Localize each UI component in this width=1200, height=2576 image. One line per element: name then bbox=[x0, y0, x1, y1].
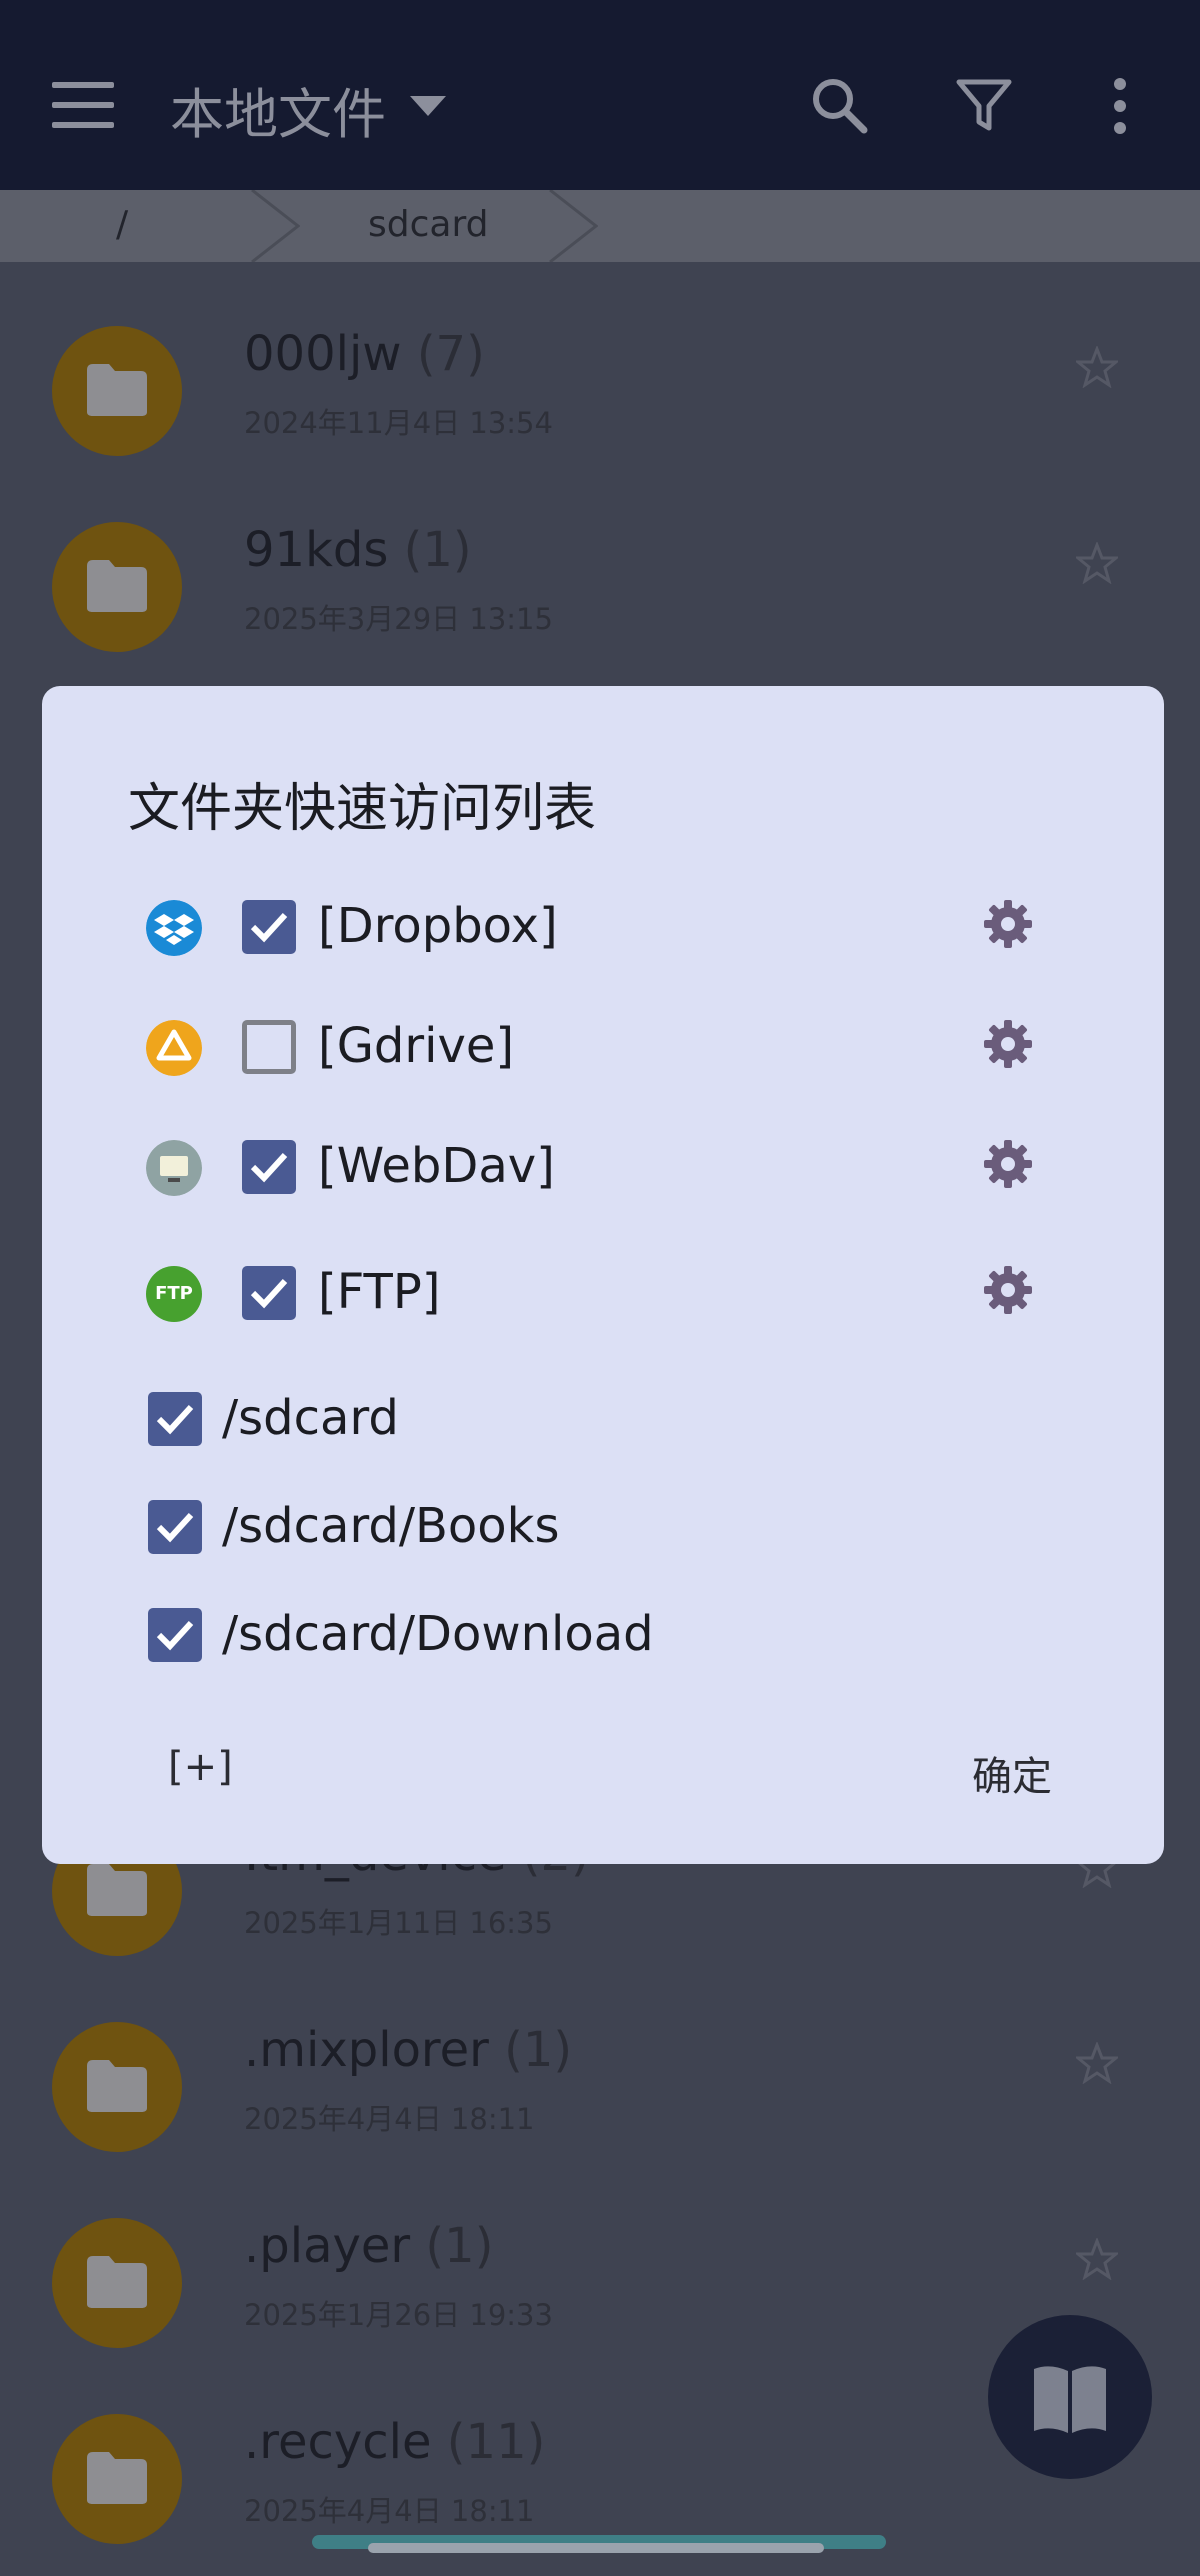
file-name: .recycle (11) bbox=[244, 2414, 546, 2470]
file-date: 2024年11月4日 13:54 bbox=[244, 406, 553, 440]
path-label: /sdcard bbox=[222, 1390, 399, 1446]
breadcrumb-separator-icon bbox=[549, 190, 598, 262]
file-date: 2025年3月29日 13:15 bbox=[244, 602, 553, 636]
file-row[interactable]: 000ljw (7) 2024年11月4日 13:54 bbox=[0, 286, 1200, 482]
gear-icon[interactable] bbox=[982, 1018, 1034, 1070]
folder-icon bbox=[52, 2218, 182, 2348]
path-label: /sdcard/Books bbox=[222, 1498, 560, 1554]
path-row[interactable]: /sdcard/Download bbox=[42, 1586, 1164, 1686]
service-row-gdrive[interactable]: [Gdrive] bbox=[42, 998, 1164, 1098]
menu-icon[interactable] bbox=[52, 82, 114, 128]
bookmarks-fab-button[interactable] bbox=[988, 2315, 1152, 2479]
breadcrumb: / sdcard bbox=[0, 190, 1200, 262]
file-name: 000ljw (7) bbox=[244, 326, 485, 382]
star-icon[interactable] bbox=[1076, 2238, 1118, 2280]
breadcrumb-root[interactable]: / bbox=[116, 204, 128, 245]
checkbox-checked[interactable] bbox=[242, 1266, 296, 1320]
service-row-webdav[interactable]: [WebDav] bbox=[42, 1118, 1164, 1218]
webdav-icon bbox=[146, 1140, 202, 1196]
google-drive-icon bbox=[146, 1020, 202, 1076]
star-icon[interactable] bbox=[1076, 346, 1118, 388]
book-icon bbox=[1034, 2366, 1106, 2433]
file-name: .player (1) bbox=[244, 2218, 494, 2274]
service-row-dropbox[interactable]: [Dropbox] bbox=[42, 878, 1164, 978]
file-date: 2025年4月4日 18:11 bbox=[244, 2494, 535, 2528]
file-row[interactable]: .mixplorer (1) 2025年4月4日 18:11 bbox=[0, 1982, 1200, 2178]
checkbox-checked[interactable] bbox=[148, 1500, 202, 1554]
dropbox-icon bbox=[146, 900, 202, 956]
folder-icon bbox=[52, 2414, 182, 2544]
gear-icon[interactable] bbox=[982, 1138, 1034, 1190]
gear-icon[interactable] bbox=[982, 898, 1034, 950]
dropdown-caret-icon[interactable] bbox=[410, 96, 446, 116]
dialog-title: 文件夹快速访问列表 bbox=[128, 779, 597, 839]
service-label: [FTP] bbox=[318, 1264, 441, 1320]
folder-icon bbox=[52, 2022, 182, 2152]
service-label: [Dropbox] bbox=[318, 898, 558, 954]
breadcrumb-separator-icon bbox=[251, 190, 300, 262]
checkbox-checked[interactable] bbox=[242, 900, 296, 954]
file-date: 2025年1月11日 16:35 bbox=[244, 1906, 553, 1940]
add-path-button[interactable]: [+] bbox=[168, 1744, 233, 1790]
file-date: 2025年1月26日 19:33 bbox=[244, 2298, 553, 2332]
path-row[interactable]: /sdcard/Books bbox=[42, 1478, 1164, 1578]
path-row[interactable]: /sdcard bbox=[42, 1370, 1164, 1470]
star-icon[interactable] bbox=[1076, 2042, 1118, 2084]
search-icon[interactable] bbox=[810, 76, 868, 134]
service-label: [WebDav] bbox=[318, 1138, 555, 1194]
more-options-icon[interactable] bbox=[1105, 78, 1135, 138]
checkbox-unchecked[interactable] bbox=[242, 1020, 296, 1074]
ftp-icon: FTP bbox=[146, 1266, 202, 1322]
page-title[interactable]: 本地文件 bbox=[170, 70, 386, 149]
service-label: [Gdrive] bbox=[318, 1018, 515, 1074]
filter-icon[interactable] bbox=[955, 76, 1013, 134]
star-icon[interactable] bbox=[1076, 542, 1118, 584]
folder-icon bbox=[52, 326, 182, 456]
app-bar: 本地文件 bbox=[0, 0, 1200, 190]
breadcrumb-current[interactable]: sdcard bbox=[368, 204, 488, 245]
folder-icon bbox=[52, 522, 182, 652]
file-name: .mixplorer (1) bbox=[244, 2022, 573, 2078]
confirm-button[interactable]: 确定 bbox=[972, 1744, 1052, 1802]
service-row-ftp[interactable]: FTP [FTP] bbox=[42, 1244, 1164, 1344]
checkbox-checked[interactable] bbox=[148, 1392, 202, 1446]
gear-icon[interactable] bbox=[982, 1264, 1034, 1316]
path-label: /sdcard/Download bbox=[222, 1606, 654, 1662]
file-name: 91kds (1) bbox=[244, 522, 472, 578]
file-date: 2025年4月4日 18:11 bbox=[244, 2102, 535, 2136]
checkbox-checked[interactable] bbox=[148, 1608, 202, 1662]
gesture-handle[interactable] bbox=[368, 2543, 824, 2553]
quick-access-dialog: 文件夹快速访问列表 [Dropbox] [Gdrive] [WebDav] FT… bbox=[42, 686, 1164, 1864]
file-row[interactable]: 91kds (1) 2025年3月29日 13:15 bbox=[0, 482, 1200, 678]
checkbox-checked[interactable] bbox=[242, 1140, 296, 1194]
